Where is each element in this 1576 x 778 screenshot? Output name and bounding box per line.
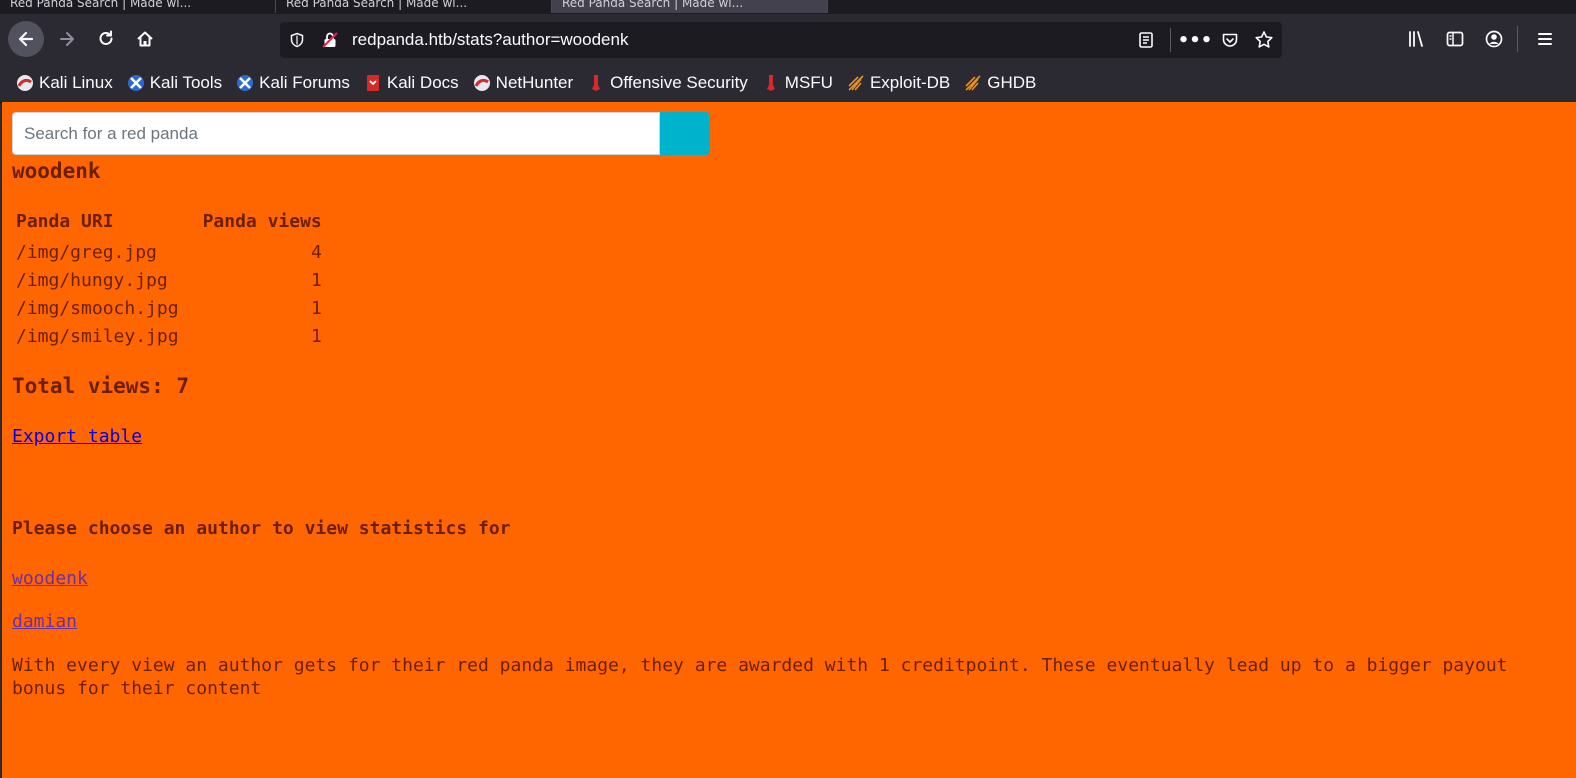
bookmark-label: Kali Forums <box>259 73 350 92</box>
export-table-link[interactable]: Export table <box>12 426 142 447</box>
choose-author-heading: Please choose an author to view statisti… <box>12 518 511 539</box>
tab-3-label: Red Panda Search | Made wi... <box>562 0 744 10</box>
nethunter-icon <box>473 75 490 91</box>
page-actions-icon[interactable]: ••• <box>1178 22 1213 58</box>
panda-views-cell: 1 <box>310 325 322 347</box>
reload-button[interactable] <box>88 21 124 57</box>
shield-icon[interactable] <box>286 22 308 58</box>
creditpoint-note: With every view an author gets for their… <box>12 655 1508 699</box>
msfu-icon <box>766 75 775 91</box>
pocket-icon[interactable] <box>1217 22 1243 58</box>
bookmark-star-icon[interactable] <box>1251 22 1277 58</box>
table-row: /img/smooch.jpg 1 <box>13 294 324 322</box>
search-button[interactable] <box>660 112 710 155</box>
home-button[interactable] <box>127 21 163 57</box>
exploit-db-icon <box>848 75 864 91</box>
panda-views-cell: 1 <box>310 297 322 319</box>
bookmark-label: Exploit-DB <box>869 73 951 92</box>
bookmark-ghdb[interactable]: GHDB <box>964 73 1036 93</box>
table-row: /img/greg.jpg 4 <box>13 238 324 266</box>
header-panda-views: Panda views <box>202 210 322 232</box>
home-icon <box>137 31 153 47</box>
kali-docs-icon <box>366 75 379 91</box>
total-views: Total views: 7 <box>12 374 190 398</box>
search-form: Search for a red panda <box>12 112 710 155</box>
bookmark-offensive-security[interactable]: Offensive Security <box>587 73 748 93</box>
search-input[interactable]: Search for a red panda <box>12 112 660 155</box>
toolbar-divider <box>1517 26 1518 52</box>
forward-arrow-icon <box>60 32 74 46</box>
offsec-icon <box>592 75 601 91</box>
library-icon <box>1409 31 1423 47</box>
tab-1[interactable]: Red Panda Search | Made wi... <box>0 0 276 13</box>
kali-tools-icon <box>127 75 144 91</box>
tab-2-label: Red Panda Search | Made wi... <box>286 0 468 10</box>
bookmark-label: GHDB <box>987 73 1037 92</box>
bookmark-msfu[interactable]: MSFU <box>762 73 833 93</box>
insecure-lock-icon[interactable] <box>318 22 342 58</box>
bookmark-kali-forums[interactable]: Kali Forums <box>236 73 350 93</box>
menu-button[interactable] <box>1527 21 1563 57</box>
kali-forums-icon <box>237 75 254 91</box>
bookmark-nethunter[interactable]: NetHunter <box>473 73 573 93</box>
address-bar[interactable]: redpanda.htb/stats?author=woodenk ••• <box>280 22 1282 58</box>
reload-icon <box>99 30 113 45</box>
panda-views-cell: 1 <box>310 269 322 291</box>
panda-views-cell: 4 <box>310 241 322 263</box>
panda-stats-table: Panda URI Panda views /img/greg.jpg 4 /i… <box>13 210 324 350</box>
sidebar-toggle-button[interactable] <box>1437 21 1473 57</box>
tab-1-label: Red Panda Search | Made wi... <box>10 0 192 10</box>
table-row: /img/hungy.jpg 1 <box>13 266 324 294</box>
author-link-woodenk[interactable]: woodenk <box>12 568 88 589</box>
bookmark-label: Kali Tools <box>149 73 223 92</box>
bookmark-kali-docs[interactable]: Kali Docs <box>364 73 459 93</box>
panda-uri-cell: /img/hungy.jpg <box>16 269 168 291</box>
author-heading: woodenk <box>12 159 101 183</box>
bookmark-label: Kali Linux <box>39 73 113 92</box>
author-link-damian[interactable]: damian <box>12 611 77 632</box>
sidebar-icon <box>1446 31 1464 47</box>
back-arrow-icon <box>18 31 34 47</box>
navigation-bar: redpanda.htb/stats?author=woodenk ••• <box>0 14 1576 64</box>
reader-view-icon[interactable] <box>1134 22 1158 58</box>
kali-dragon-icon <box>17 75 33 91</box>
bookmark-kali-tools[interactable]: Kali Tools <box>127 73 222 93</box>
panda-uri-cell: /img/greg.jpg <box>16 241 157 263</box>
forward-button[interactable] <box>49 21 85 57</box>
panda-uri-cell: /img/smiley.jpg <box>16 325 179 347</box>
tab-3-active[interactable]: Red Panda Search | Made wi... <box>552 0 828 13</box>
table-row: /img/smiley.jpg 1 <box>13 322 324 350</box>
bookmarks-toolbar: Kali Linux Kali Tools Kali Forums Kali D… <box>0 64 1576 103</box>
hamburger-menu-icon <box>1538 33 1552 45</box>
tab-strip: Red Panda Search | Made wi... Red Panda … <box>0 0 1576 14</box>
bookmark-label: MSFU <box>784 73 833 92</box>
table-header-row: Panda URI Panda views <box>13 210 324 238</box>
urlbar-divider <box>1170 28 1171 52</box>
library-button[interactable] <box>1398 21 1434 57</box>
tab-2[interactable]: Red Panda Search | Made wi... <box>276 0 552 13</box>
back-button[interactable] <box>8 21 44 57</box>
bookmark-kali-linux[interactable]: Kali Linux <box>16 73 113 93</box>
header-panda-uri: Panda URI <box>16 210 114 232</box>
panda-uri-cell: /img/smooch.jpg <box>16 297 179 319</box>
bookmark-label: Offensive Security <box>610 73 748 92</box>
url-text: redpanda.htb/stats?author=woodenk <box>352 30 629 49</box>
page-content: Search for a red panda woodenk Panda URI… <box>2 102 1576 778</box>
ghdb-icon <box>965 75 981 91</box>
account-icon <box>1485 30 1503 48</box>
account-button[interactable] <box>1476 21 1512 57</box>
bookmark-label: Kali Docs <box>386 73 459 92</box>
bookmark-exploit-db[interactable]: Exploit-DB <box>847 73 950 93</box>
bookmark-label: NetHunter <box>495 73 574 92</box>
